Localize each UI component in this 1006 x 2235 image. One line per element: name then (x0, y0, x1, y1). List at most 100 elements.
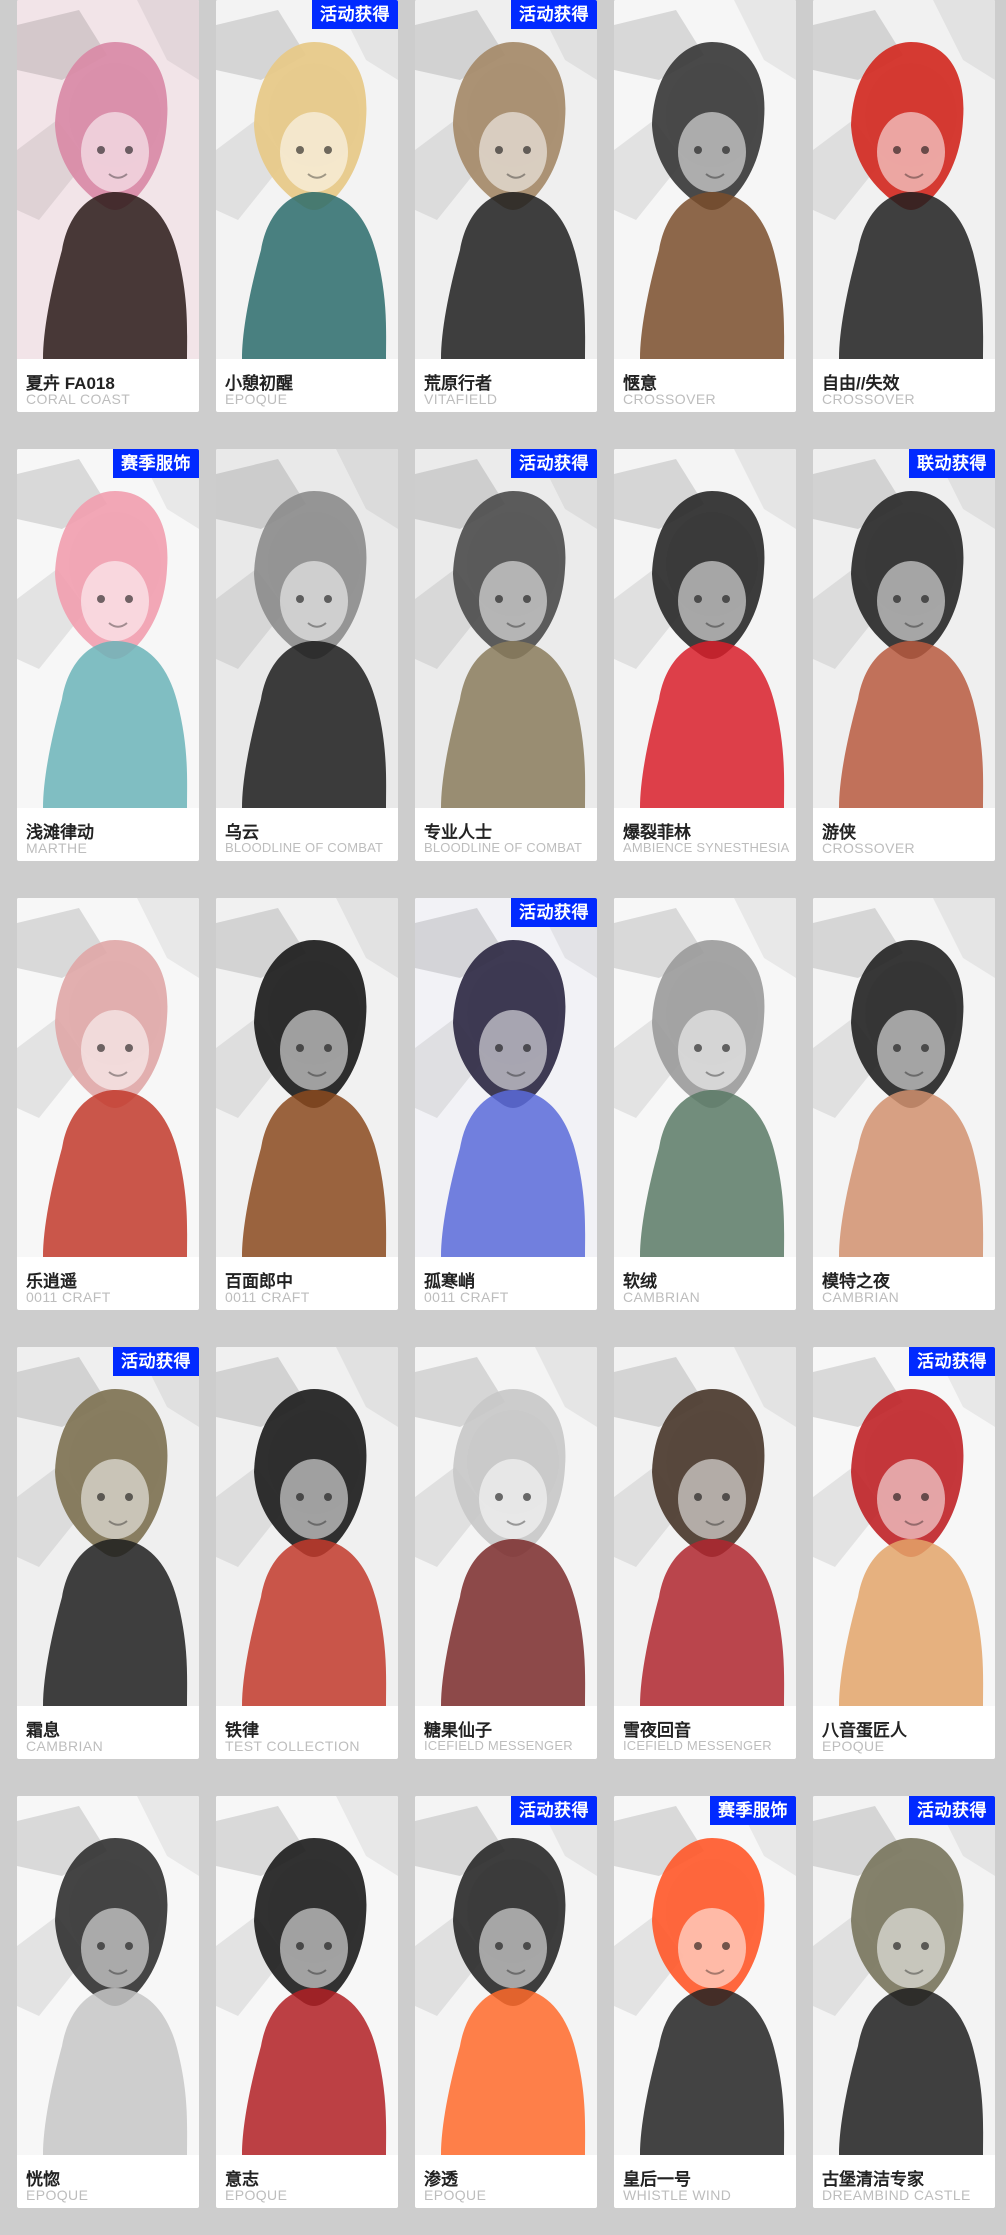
skin-brand: ICEFIELD MESSENGER (424, 1738, 573, 1753)
skin-brand: WHISTLE WIND (623, 2187, 732, 2203)
skin-brand: 0011 CRAFT (26, 1289, 111, 1305)
skin-card[interactable]: 活动获得 专业人士 BLOODLINE OF COMBAT (415, 449, 597, 861)
skin-brand: EPOQUE (822, 1738, 885, 1754)
skin-artwork: 活动获得 (216, 0, 398, 359)
skin-artwork (415, 1347, 597, 1706)
skin-card[interactable]: 活动获得 荒原行者 VITAFIELD (415, 0, 597, 412)
skin-artwork (216, 1796, 398, 2155)
skin-card[interactable]: 乌云 BLOODLINE OF COMBAT (216, 449, 398, 861)
skin-card[interactable]: 活动获得 霜息 CAMBRIAN (17, 1347, 199, 1759)
skin-card[interactable]: 糖果仙子 ICEFIELD MESSENGER (415, 1347, 597, 1759)
source-tag-badge: 赛季服饰 (710, 1796, 796, 1825)
skin-brand: EPOQUE (26, 2187, 89, 2203)
source-tag-badge: 活动获得 (312, 0, 398, 29)
skin-artwork-svg (813, 898, 995, 1257)
skin-artwork-svg (415, 898, 597, 1257)
skin-artwork (216, 449, 398, 808)
skin-card[interactable]: 雪夜回音 ICEFIELD MESSENGER (614, 1347, 796, 1759)
skin-artwork (614, 1347, 796, 1706)
skin-brand: ICEFIELD MESSENGER (623, 1738, 772, 1753)
skin-brand: VITAFIELD (424, 391, 498, 407)
skin-artwork-svg (415, 449, 597, 808)
skin-brand: CROSSOVER (623, 391, 717, 407)
skin-brand: EPOQUE (225, 391, 288, 407)
skin-brand: EPOQUE (225, 2187, 288, 2203)
source-tag-badge: 赛季服饰 (113, 449, 199, 478)
skin-artwork: 活动获得 (813, 1347, 995, 1706)
skin-artwork-svg (17, 0, 199, 359)
skin-card[interactable]: 赛季服饰 浅滩律动 MARTHE (17, 449, 199, 861)
source-tag-badge: 活动获得 (113, 1347, 199, 1376)
skin-card[interactable]: 活动获得 渗透 EPOQUE (415, 1796, 597, 2208)
skin-artwork-svg (614, 898, 796, 1257)
skin-artwork-svg (813, 449, 995, 808)
skin-artwork: 活动获得 (17, 1347, 199, 1706)
skin-card[interactable]: 活动获得 古堡清洁专家 DREAMBIND CASTLE (813, 1796, 995, 2208)
skin-artwork-svg (813, 1347, 995, 1706)
skin-card[interactable]: 联动获得 游侠 CROSSOVER (813, 449, 995, 861)
skin-artwork-svg (813, 1796, 995, 2155)
skin-card[interactable]: 惬意 CROSSOVER (614, 0, 796, 412)
skin-artwork (614, 449, 796, 808)
skin-artwork-svg (17, 1347, 199, 1706)
skin-brand: MARTHE (26, 840, 88, 856)
skin-artwork: 活动获得 (415, 0, 597, 359)
source-tag-badge: 活动获得 (909, 1796, 995, 1825)
skin-brand: CROSSOVER (822, 840, 916, 856)
skin-artwork-svg (813, 0, 995, 359)
skin-card[interactable]: 赛季服饰 皇后一号 WHISTLE WIND (614, 1796, 796, 2208)
skin-card[interactable]: 百面郎中 0011 CRAFT (216, 898, 398, 1310)
skin-brand: EPOQUE (424, 2187, 487, 2203)
skin-card[interactable]: 活动获得 八音蛋匠人 EPOQUE (813, 1347, 995, 1759)
source-tag-badge: 活动获得 (909, 1347, 995, 1376)
skin-artwork (216, 898, 398, 1257)
skin-artwork: 联动获得 (813, 449, 995, 808)
skin-artwork (17, 1796, 199, 2155)
skin-card[interactable]: 恍惚 EPOQUE (17, 1796, 199, 2208)
skin-brand: DREAMBIND CASTLE (822, 2187, 971, 2203)
skin-brand: 0011 CRAFT (225, 1289, 310, 1305)
source-tag-badge: 活动获得 (511, 1796, 597, 1825)
skin-artwork: 活动获得 (415, 898, 597, 1257)
skin-artwork-svg (216, 0, 398, 359)
skin-card[interactable]: 意志 EPOQUE (216, 1796, 398, 2208)
skin-artwork-svg (415, 1796, 597, 2155)
skin-brand: CROSSOVER (822, 391, 916, 407)
skin-brand: CAMBRIAN (26, 1738, 104, 1754)
skin-artwork: 活动获得 (415, 449, 597, 808)
skin-artwork (17, 898, 199, 1257)
skin-card[interactable]: 活动获得 小憩初醒 EPOQUE (216, 0, 398, 412)
skin-artwork: 活动获得 (813, 1796, 995, 2155)
skin-brand: BLOODLINE OF COMBAT (424, 840, 583, 855)
skin-artwork: 活动获得 (415, 1796, 597, 2155)
skin-artwork: 赛季服饰 (614, 1796, 796, 2155)
skin-artwork (216, 1347, 398, 1706)
skin-artwork-svg (415, 1347, 597, 1706)
skin-artwork-svg (216, 1347, 398, 1706)
skin-brand: CORAL COAST (26, 391, 131, 407)
skin-artwork-svg (216, 898, 398, 1257)
skin-artwork (813, 898, 995, 1257)
skin-artwork-svg (614, 0, 796, 359)
skin-card[interactable]: 模特之夜 CAMBRIAN (813, 898, 995, 1310)
skin-brand: TEST COLLECTION (225, 1738, 360, 1754)
skin-artwork-svg (216, 449, 398, 808)
skin-artwork: 赛季服饰 (17, 449, 199, 808)
skin-artwork (17, 0, 199, 359)
skin-card[interactable]: 活动获得 孤寒峭 0011 CRAFT (415, 898, 597, 1310)
skin-artwork (813, 0, 995, 359)
skin-artwork (614, 0, 796, 359)
skin-card[interactable]: 乐逍遥 0011 CRAFT (17, 898, 199, 1310)
skin-card[interactable]: 夏卉 FA018 CORAL COAST (17, 0, 199, 412)
skin-artwork-svg (614, 1796, 796, 2155)
skin-brand: BLOODLINE OF COMBAT (225, 840, 384, 855)
skin-card[interactable]: 爆裂菲林 AMBIENCE SYNESTHESIA (614, 449, 796, 861)
skin-card[interactable]: 软绒 CAMBRIAN (614, 898, 796, 1310)
skin-card[interactable]: 自由//失效 CROSSOVER (813, 0, 995, 412)
skin-brand: AMBIENCE SYNESTHESIA (623, 840, 790, 855)
skin-artwork-svg (614, 1347, 796, 1706)
source-tag-badge: 活动获得 (511, 449, 597, 478)
skin-card[interactable]: 铁律 TEST COLLECTION (216, 1347, 398, 1759)
skin-brand: 0011 CRAFT (424, 1289, 509, 1305)
skin-artwork-svg (17, 449, 199, 808)
